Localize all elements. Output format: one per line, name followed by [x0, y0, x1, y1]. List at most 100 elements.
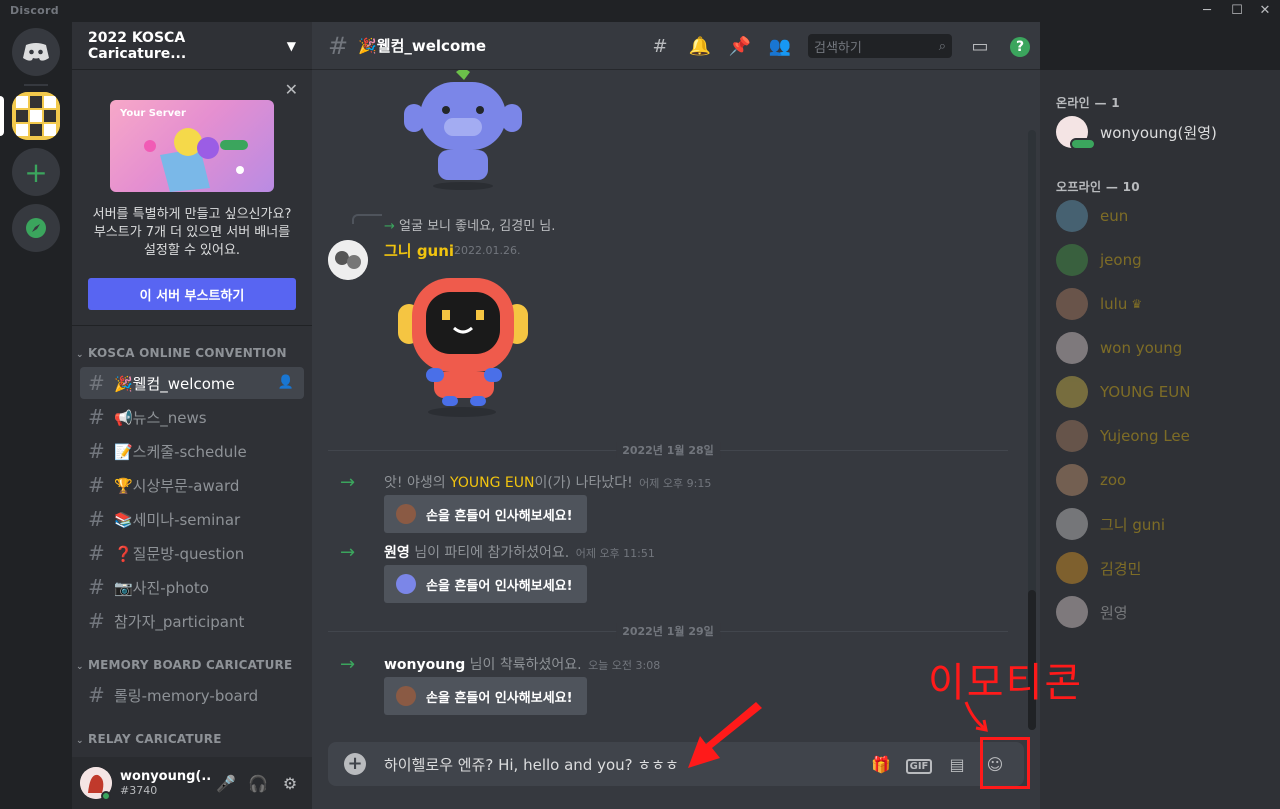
- member-item[interactable]: jeong: [1056, 240, 1142, 280]
- server-header[interactable]: 2022 KOSCA Caricature... ▼: [72, 22, 312, 70]
- invite-user-icon[interactable]: 👤: [278, 375, 294, 390]
- online-status-icon: [1070, 138, 1096, 150]
- message-author[interactable]: 그니 guni: [384, 240, 454, 261]
- hash-icon: #: [88, 575, 105, 599]
- channel-photo[interactable]: # 📷사진-photo: [80, 571, 304, 603]
- channel-header: # 🎉웰컴_welcome # 🔔 📌 👥 검색하기 ⌕ ▭ ?: [312, 22, 1040, 70]
- boost-server-button[interactable]: 이 서버 부스트하기: [88, 278, 296, 310]
- plus-icon: +: [24, 155, 48, 189]
- join-arrow-icon: →: [340, 654, 356, 675]
- channel-participant[interactable]: # 참가자_participant: [80, 605, 304, 637]
- offline-header: 오프라인 — 10: [1056, 180, 1140, 194]
- title-bar: Discord ─ ☐ ✕: [0, 0, 1280, 22]
- threads-icon[interactable]: #: [640, 36, 680, 57]
- help-icon[interactable]: ?: [1000, 35, 1040, 57]
- system-message: wonyoung 님이 착륙하셨어요. 오늘 오전 3:08: [384, 657, 661, 673]
- reply-preview[interactable]: → 얼굴 보니 좋네요, 김경민 님.: [384, 215, 555, 234]
- member-item[interactable]: zoo: [1056, 460, 1126, 500]
- home-button[interactable]: [12, 28, 60, 76]
- search-input[interactable]: 검색하기 ⌕: [808, 34, 952, 58]
- join-arrow-icon: →: [340, 472, 356, 493]
- channel-welcome[interactable]: # 🎉웰컴_welcome 👤: [80, 367, 304, 399]
- avatar[interactable]: [328, 240, 368, 280]
- active-server-pill: [0, 96, 4, 136]
- member-item[interactable]: won young: [1056, 328, 1182, 368]
- member-item[interactable]: Yujeong Lee: [1056, 416, 1190, 456]
- annotation-label: 이모티콘: [928, 660, 1084, 706]
- user-tag: #3740: [120, 784, 158, 797]
- gear-icon[interactable]: ⚙: [274, 774, 306, 793]
- emoji-highlight-box: [980, 737, 1030, 789]
- member-item[interactable]: YOUNG EUN: [1056, 372, 1190, 412]
- wave-button[interactable]: 손을 흔들어 인사해보세요!: [384, 677, 587, 715]
- boost-promo: ✕ Your Server 서버를 특별하게 만들고 싶으신가요? 부스트가 7…: [72, 70, 312, 326]
- pin-icon[interactable]: 📌: [720, 36, 760, 57]
- party-illustration-icon: [144, 128, 248, 192]
- member-item[interactable]: lulu ♛: [1056, 284, 1142, 324]
- robot-sticker-icon: [398, 278, 528, 417]
- server-rail: +: [0, 22, 72, 809]
- date-divider: 2022년 1월 28일: [328, 442, 1008, 458]
- avatar: [1056, 200, 1088, 232]
- join-arrow-icon: →: [340, 542, 356, 563]
- server-kosca-icon[interactable]: [12, 92, 60, 140]
- channel-memory-board[interactable]: # 롤링-memory-board: [80, 679, 304, 711]
- online-status-icon: [101, 791, 111, 801]
- microphone-icon[interactable]: 🎤: [210, 774, 242, 793]
- channel-seminar[interactable]: # 📚세미나-seminar: [80, 503, 304, 535]
- channel-award[interactable]: # 🏆시상부문-award: [80, 469, 304, 501]
- member-item[interactable]: eun: [1056, 196, 1128, 236]
- message-input[interactable]: 하이헬로우 엔쥬? Hi, hello and you? ㅎㅎㅎ: [384, 754, 862, 775]
- wave-button[interactable]: 손을 흔들어 인사해보세요!: [384, 565, 587, 603]
- upload-plus-icon[interactable]: +: [344, 753, 366, 775]
- headphones-icon[interactable]: 🎧: [242, 774, 274, 793]
- wave-sticker-icon: [396, 574, 416, 594]
- close-window-button[interactable]: ✕: [1250, 2, 1280, 20]
- member-item[interactable]: wonyoung(원영): [1056, 112, 1217, 152]
- user-panel: wonyoung(... #3740 🎤 🎧 ⚙: [72, 757, 312, 809]
- member-item[interactable]: 원영: [1056, 592, 1128, 632]
- minimize-button[interactable]: ─: [1192, 2, 1222, 20]
- scrollbar[interactable]: [1028, 130, 1036, 730]
- gif-button[interactable]: GIF: [900, 754, 938, 774]
- username: wonyoung(...: [120, 769, 210, 784]
- sticker-icon[interactable]: ▤: [938, 755, 976, 774]
- annotation-big-arrow-icon: [688, 702, 762, 768]
- gift-icon[interactable]: 🎁: [862, 755, 900, 774]
- bell-icon[interactable]: 🔔: [680, 36, 720, 57]
- add-server-button[interactable]: +: [12, 148, 60, 196]
- channel-question[interactable]: # ❓질문방-question: [80, 537, 304, 569]
- hash-icon: #: [88, 371, 105, 395]
- maximize-button[interactable]: ☐: [1222, 2, 1252, 20]
- message-timestamp: 2022.01.26.: [454, 244, 521, 257]
- reply-connector: [352, 214, 382, 224]
- chevron-down-icon: ▼: [286, 38, 296, 53]
- discord-logo-icon: [23, 43, 49, 61]
- hash-icon: #: [328, 31, 349, 60]
- category-kosca-online-convention[interactable]: ⌄ KOSCA ONLINE CONVENTION: [72, 346, 312, 360]
- member-item[interactable]: 그니 guni: [1056, 504, 1165, 544]
- server-name: 2022 KOSCA Caricature...: [88, 29, 187, 62]
- wave-button[interactable]: 손을 흔들어 인사해보세요!: [384, 495, 587, 533]
- chevron-down-icon: ⌄: [76, 662, 84, 672]
- chevron-down-icon: ⌄: [76, 736, 84, 746]
- system-message: 앗! 야생의 YOUNG EUN이(가) 나타났다! 어제 오후 9:15: [384, 475, 712, 491]
- message-composer[interactable]: + 하이헬로우 엔쥬? Hi, hello and you? ㅎㅎㅎ 🎁 GIF…: [328, 742, 1024, 786]
- member-item[interactable]: 김경민: [1056, 548, 1141, 588]
- hash-icon: #: [88, 541, 105, 565]
- category-relay-caricature[interactable]: ⌄ RELAY CARICATURE: [72, 732, 312, 746]
- inbox-icon[interactable]: ▭: [960, 36, 1000, 57]
- chevron-down-icon: ⌄: [76, 350, 84, 360]
- avatar: [1056, 332, 1088, 364]
- explore-servers-button[interactable]: [12, 204, 60, 252]
- system-message: 원영 님이 파티에 참가하셨어요. 어제 오후 11:51: [384, 545, 655, 561]
- avatar: [1056, 376, 1088, 408]
- channel-schedule[interactable]: # 📝스케줄-schedule: [80, 435, 304, 467]
- members-icon[interactable]: 👥: [760, 36, 800, 57]
- avatar: [1056, 420, 1088, 452]
- close-icon[interactable]: ✕: [285, 80, 298, 99]
- boost-message: 서버를 특별하게 만들고 싶으신가요? 부스트가 7개 더 있으면 서버 배너를…: [92, 207, 292, 258]
- annotation-small-arrow-icon: [964, 701, 988, 732]
- category-memory-board[interactable]: ⌄ MEMORY BOARD CARICATURE: [72, 658, 312, 672]
- channel-news[interactable]: # 📢뉴스_news: [80, 401, 304, 433]
